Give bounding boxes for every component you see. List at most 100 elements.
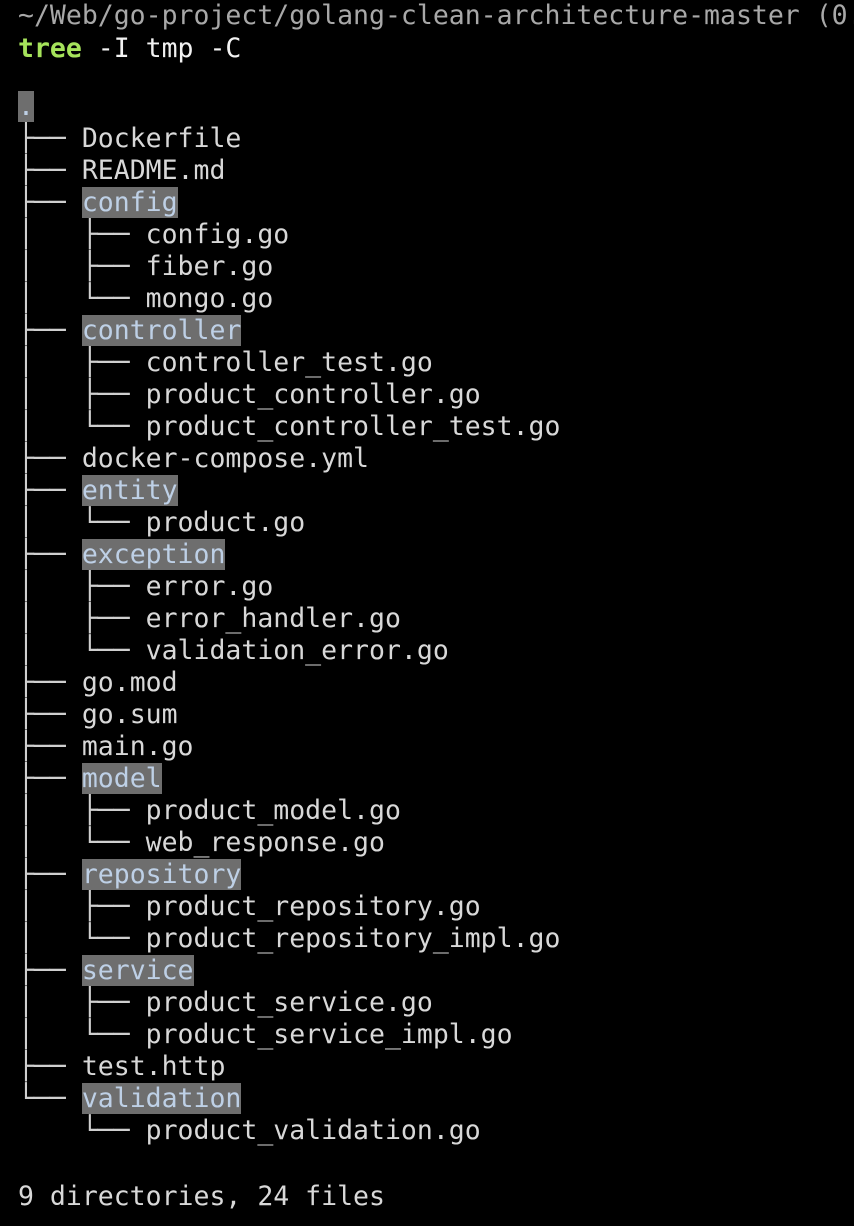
tree-row: ├── main.go [18, 731, 560, 763]
tree-row: │ ├── product_repository.go [18, 891, 560, 923]
tree-file-name: go.mod [81, 667, 178, 698]
tree-connector: ├── [18, 443, 82, 474]
tree-directory-name: repository [81, 859, 242, 890]
tree-directory-name: service [81, 955, 194, 986]
tree-connector: │ ├── [18, 347, 146, 378]
tree-row: │ ├── product_model.go [18, 795, 560, 827]
prompt-path-line: ~/Web/go-project/golang-clean-architectu… [18, 0, 854, 31]
tree-connector: │ ├── [18, 251, 146, 282]
tree-row: │ └── validation_error.go [18, 635, 560, 667]
tree-connector: │ ├── [18, 795, 146, 826]
tree-file-name: validation_error.go [145, 635, 449, 666]
tree-connector: ├── [18, 955, 82, 986]
tree-row: │ ├── config.go [18, 219, 560, 251]
tree-connector: │ ├── [18, 603, 146, 634]
tree-row: │ └── product.go [18, 507, 560, 539]
tree-row: ├── repository [18, 859, 560, 891]
tree-file-name: error_handler.go [145, 603, 401, 634]
tree-file-name: product_model.go [145, 795, 401, 826]
command-args: -I tmp -C [81, 33, 242, 64]
tree-connector: │ └── [18, 1019, 146, 1050]
tree-connector: │ └── [18, 923, 146, 954]
tree-file-name: fiber.go [145, 251, 274, 282]
tree-row: ├── README.md [18, 155, 560, 187]
tree-connector: │ └── [18, 411, 146, 442]
tree-file-name: error.go [145, 571, 274, 602]
tree-row: ├── model [18, 763, 560, 795]
tree-file-name: config.go [145, 219, 290, 250]
tree-file-name: test.http [81, 1051, 226, 1082]
tree-directory-name: validation [81, 1083, 242, 1114]
tree-row: ├── docker-compose.yml [18, 443, 560, 475]
tree-row: └── validation [18, 1083, 560, 1115]
tree-row: ├── exception [18, 539, 560, 571]
tree-directory-name: exception [81, 539, 226, 570]
tree-file-name: web_response.go [145, 827, 385, 858]
tree-row: │ └── mongo.go [18, 283, 560, 315]
tree-root-node: . [18, 91, 34, 122]
tree-connector: │ └── [18, 283, 146, 314]
tree-output: . ├── Dockerfile ├── README.md ├── config │ … [18, 91, 560, 1147]
command-name: tree [18, 33, 82, 64]
tree-row: │ ├── error_handler.go [18, 603, 560, 635]
tree-row: ├── service [18, 955, 560, 987]
tree-file-name: docker-compose.yml [81, 443, 370, 474]
tree-connector: │ └── [18, 635, 146, 666]
tree-connector: ├── [18, 859, 82, 890]
tree-connector: │ ├── [18, 987, 146, 1018]
tree-row: │ ├── controller_test.go [18, 347, 560, 379]
tree-file-name: product_service_impl.go [145, 1019, 513, 1050]
tree-row: ├── entity [18, 475, 560, 507]
tree-connector: ├── [18, 667, 82, 698]
tree-row: │ └── web_response.go [18, 827, 560, 859]
tree-connector: └── [18, 1115, 146, 1146]
tree-connector: │ ├── [18, 891, 146, 922]
tree-directory-name: entity [81, 475, 178, 506]
tree-connector: ├── [18, 763, 82, 794]
tree-row: ├── controller [18, 315, 560, 347]
tree-file-name: product_validation.go [145, 1115, 481, 1146]
tree-row: │ └── product_service_impl.go [18, 1019, 560, 1051]
tree-directory-name: model [81, 763, 162, 794]
tree-row: ├── Dockerfile [18, 123, 560, 155]
tree-connector: │ ├── [18, 379, 146, 410]
tree-row: │ ├── product_controller.go [18, 379, 560, 411]
tree-connector: │ ├── [18, 571, 146, 602]
tree-row: │ ├── fiber.go [18, 251, 560, 283]
tree-row: │ ├── product_service.go [18, 987, 560, 1019]
tree-file-name: go.sum [81, 699, 178, 730]
tree-connector: │ └── [18, 507, 146, 538]
tree-row: . [18, 91, 560, 123]
tree-file-name: product.go [145, 507, 306, 538]
tree-row: │ └── product_repository_impl.go [18, 923, 560, 955]
tree-file-name: README.md [81, 155, 226, 186]
tree-file-name: product_controller.go [145, 379, 481, 410]
tree-row: ├── test.http [18, 1051, 560, 1083]
tree-file-name: product_repository_impl.go [145, 923, 561, 954]
tree-file-name: product_service.go [145, 987, 433, 1018]
tree-connector: ├── [18, 699, 82, 730]
tree-file-name: product_controller_test.go [145, 411, 561, 442]
tree-summary: 9 directories, 24 files [18, 1181, 385, 1212]
tree-file-name: main.go [81, 731, 194, 762]
tree-file-name: controller_test.go [145, 347, 433, 378]
tree-file-name: mongo.go [145, 283, 274, 314]
tree-connector: ├── [18, 315, 82, 346]
tree-directory-name: config [81, 187, 178, 218]
tree-connector: ├── [18, 539, 82, 570]
tree-connector: ├── [18, 123, 82, 154]
tree-connector: ├── [18, 155, 82, 186]
tree-directory-name: controller [81, 315, 242, 346]
tree-row: │ ├── error.go [18, 571, 560, 603]
tree-row: ├── config [18, 187, 560, 219]
tree-file-name: Dockerfile [81, 123, 242, 154]
tree-row: ├── go.mod [18, 667, 560, 699]
tree-connector: │ ├── [18, 219, 146, 250]
tree-row: │ └── product_controller_test.go [18, 411, 560, 443]
tree-row: └── product_validation.go [18, 1115, 560, 1147]
tree-connector: ├── [18, 187, 82, 218]
tree-connector: ├── [18, 731, 82, 762]
tree-connector: │ └── [18, 827, 146, 858]
tree-file-name: product_repository.go [145, 891, 481, 922]
tree-connector: └── [18, 1083, 82, 1114]
